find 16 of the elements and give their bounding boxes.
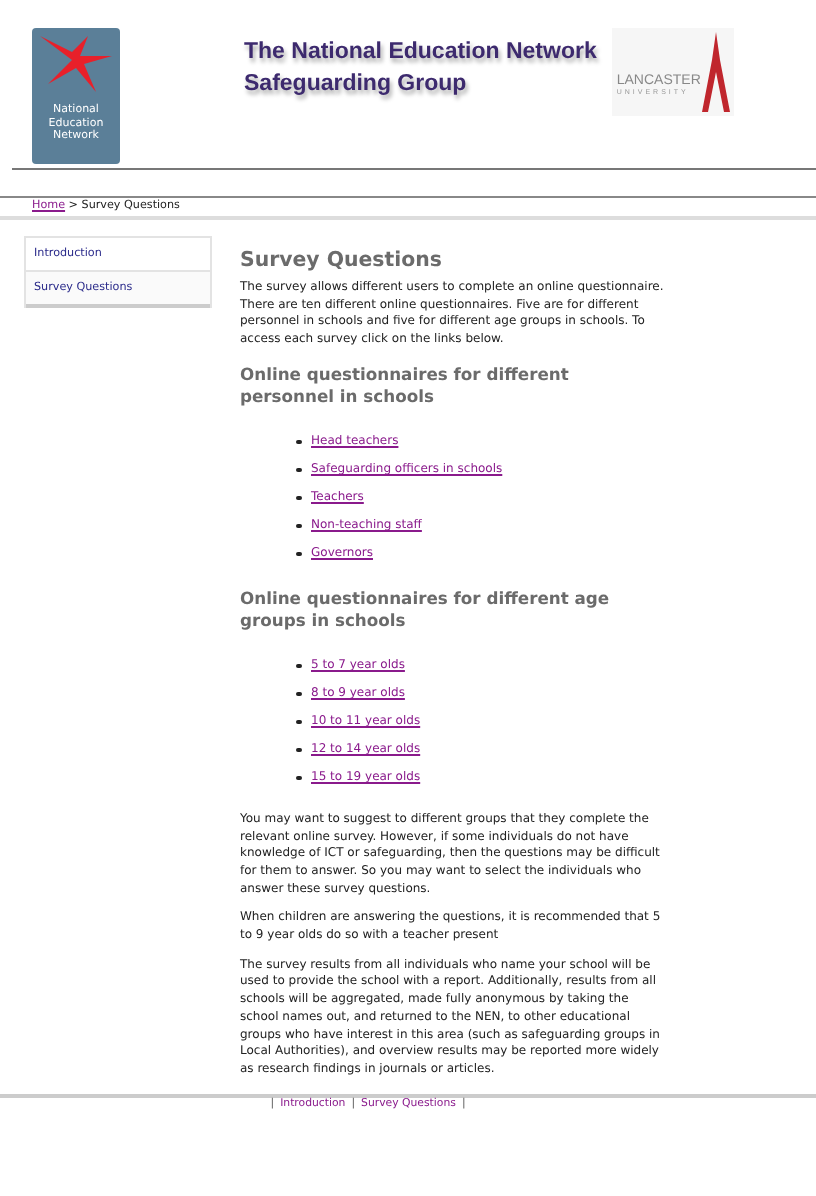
star-icon (36, 32, 116, 96)
bullet-icon (296, 439, 301, 445)
bullet-icon (296, 523, 301, 529)
bullet-icon (296, 747, 301, 753)
section-heading: Online questionnaires for different personnel in schools (240, 363, 571, 408)
bullet-icon (296, 719, 301, 725)
bullet-icon (296, 663, 301, 669)
tower-icon (702, 32, 731, 112)
bullet-icon (296, 775, 301, 781)
bullet-icon (296, 551, 301, 557)
site-title: The National Education Network Safeguarding Group (244, 38, 597, 100)
section-heading: Online questionnaires for different age groups in schools (240, 587, 612, 632)
page-heading: Survey Questions (240, 250, 444, 272)
bullet-icon (296, 691, 301, 697)
bullet-icon (296, 495, 301, 501)
bullet-icon (296, 467, 301, 473)
